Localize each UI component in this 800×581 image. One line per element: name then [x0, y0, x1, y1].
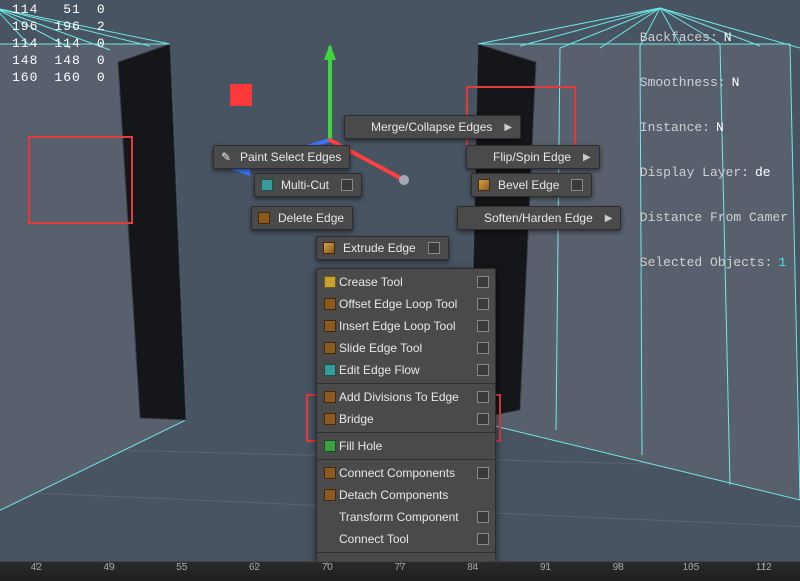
- extrude-icon: [321, 240, 337, 256]
- br-icon: [321, 411, 339, 427]
- menu-item-detach-components[interactable]: Detach Components: [317, 484, 495, 506]
- menu-label: Fill Hole: [339, 439, 489, 453]
- menu-item-edit-edge-flow[interactable]: Edit Edge Flow: [317, 359, 495, 381]
- submenu-arrow-icon: ▶: [605, 213, 613, 224]
- menu-item-add-divisions-to-edge[interactable]: Add Divisions To Edge: [317, 386, 495, 408]
- menu-label: Slide Edge Tool: [339, 341, 473, 355]
- br-icon: [321, 318, 339, 334]
- menu-label: Flip/Spin Edge: [493, 150, 571, 164]
- menu-label: Transform Component: [339, 510, 473, 524]
- menu-label: Extrude Edge: [343, 241, 416, 255]
- menu-item-connect-tool[interactable]: Connect Tool: [317, 528, 495, 550]
- menu-extrude-edge[interactable]: Extrude Edge: [316, 236, 449, 260]
- menu-item-transform-component[interactable]: Transform Component: [317, 506, 495, 528]
- timeline-ruler[interactable]: 424955627077849198105112: [0, 561, 800, 581]
- menu-label: Offset Edge Loop Tool: [339, 297, 473, 311]
- option-box-icon[interactable]: [477, 533, 489, 545]
- ruler-tick: 42: [0, 562, 73, 581]
- option-box-icon[interactable]: [477, 342, 489, 354]
- menu-label: Paint Select Edges: [240, 150, 341, 164]
- menu-item-connect-components[interactable]: Connect Components: [317, 462, 495, 484]
- menu-bevel-edge[interactable]: Bevel Edge: [471, 173, 592, 197]
- ruler-tick: 84: [436, 562, 509, 581]
- option-box-icon[interactable]: [571, 179, 583, 191]
- pivot-dot: [399, 175, 409, 185]
- submenu-arrow-icon: ▶: [504, 122, 512, 133]
- hud-stats-left: 114510 1961962 1141140 1481480 1601600: [10, 0, 122, 87]
- menu-label: Bridge: [339, 412, 473, 426]
- menu-flip-spin-edge[interactable]: Flip/Spin Edge ▶: [466, 145, 600, 169]
- option-box-icon[interactable]: [477, 391, 489, 403]
- menu-label: Insert Edge Loop Tool: [339, 319, 473, 333]
- br-icon: [321, 389, 339, 405]
- menu-label: Soften/Harden Edge: [484, 211, 593, 225]
- option-box-icon[interactable]: [477, 364, 489, 376]
- option-box-icon[interactable]: [477, 413, 489, 425]
- menu-paint-select-edges[interactable]: ✎ Paint Select Edges: [213, 145, 350, 169]
- option-box-icon[interactable]: [477, 467, 489, 479]
- green-icon: [321, 438, 339, 454]
- menu-label: Merge/Collapse Edges: [371, 120, 492, 134]
- blank-icon: [321, 509, 339, 525]
- br-icon: [321, 296, 339, 312]
- menu-label: Add Divisions To Edge: [339, 390, 473, 404]
- menu-label: Multi-Cut: [281, 178, 329, 192]
- ruler-tick: 55: [145, 562, 218, 581]
- ruler-tick: 98: [582, 562, 655, 581]
- yellow-icon: [321, 274, 339, 290]
- brush-icon: ✎: [218, 149, 234, 165]
- menu-label: Connect Components: [339, 466, 473, 480]
- option-box-icon[interactable]: [477, 320, 489, 332]
- submenu-arrow-icon: ▶: [583, 152, 591, 163]
- menu-item-insert-edge-loop-tool[interactable]: Insert Edge Loop Tool: [317, 315, 495, 337]
- hud-stats-right: Backfaces:N Smoothness:N Instance:N Disp…: [640, 0, 794, 285]
- option-box-icon[interactable]: [477, 276, 489, 288]
- multicut-icon: [259, 177, 275, 193]
- br-icon: [321, 487, 339, 503]
- option-box-icon[interactable]: [477, 298, 489, 310]
- menu-item-bridge[interactable]: Bridge: [317, 408, 495, 430]
- menu-item-crease-tool[interactable]: Crease Tool: [317, 271, 495, 293]
- br-icon: [321, 465, 339, 481]
- menu-label: Crease Tool: [339, 275, 473, 289]
- br-icon: [321, 340, 339, 356]
- menu-multi-cut[interactable]: Multi-Cut: [254, 173, 362, 197]
- option-box-icon[interactable]: [341, 179, 353, 191]
- menu-label: Detach Components: [339, 488, 489, 502]
- menu-label: Connect Tool: [339, 532, 473, 546]
- ruler-tick: 70: [291, 562, 364, 581]
- blank-icon: [321, 531, 339, 547]
- teal-icon: [321, 362, 339, 378]
- option-box-icon[interactable]: [428, 242, 440, 254]
- ruler-tick: 112: [727, 562, 800, 581]
- menu-label: Edit Edge Flow: [339, 363, 473, 377]
- bevel-icon: [476, 177, 492, 193]
- menu-delete-edge[interactable]: Delete Edge: [251, 206, 353, 230]
- menu-soften-harden-edge[interactable]: Soften/Harden Edge ▶: [457, 206, 621, 230]
- menu-item-fill-hole[interactable]: Fill Hole: [317, 435, 495, 457]
- menu-label: Bevel Edge: [498, 178, 559, 192]
- delete-icon: [256, 210, 272, 226]
- menu-item-slide-edge-tool[interactable]: Slide Edge Tool: [317, 337, 495, 359]
- menu-merge-collapse-edges[interactable]: Merge/Collapse Edges ▶: [344, 115, 521, 139]
- ruler-tick: 77: [364, 562, 437, 581]
- ruler-tick: 105: [655, 562, 728, 581]
- ruler-tick: 62: [218, 562, 291, 581]
- ruler-tick: 91: [509, 562, 582, 581]
- menu-item-offset-edge-loop-tool[interactable]: Offset Edge Loop Tool: [317, 293, 495, 315]
- ruler-tick: 49: [73, 562, 146, 581]
- option-box-icon[interactable]: [477, 511, 489, 523]
- edge-tools-menu[interactable]: Crease Tool Offset Edge Loop Tool Insert E…: [316, 268, 496, 580]
- menu-label: Delete Edge: [278, 211, 344, 225]
